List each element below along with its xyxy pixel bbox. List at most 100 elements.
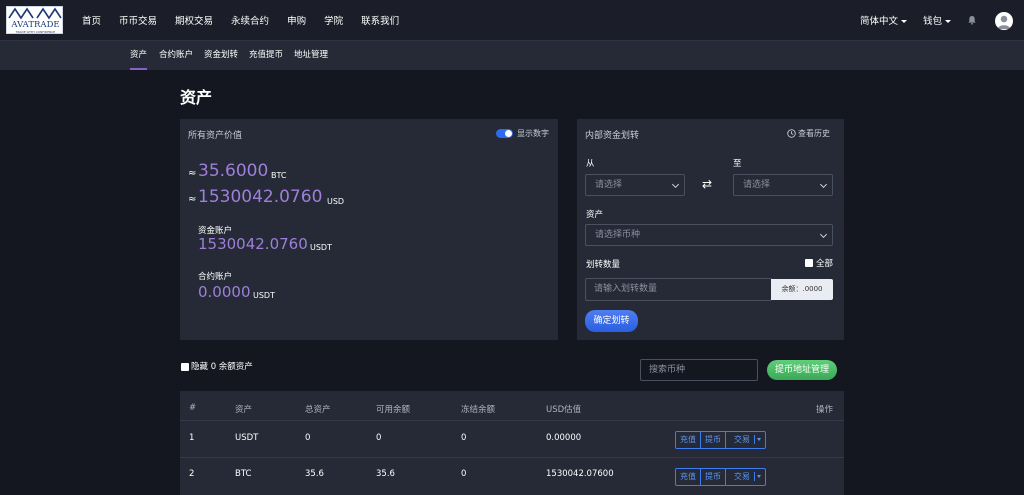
trade-dropdown-button[interactable]: 交易	[726, 469, 765, 485]
show-numbers-label: 显示数字	[517, 129, 549, 138]
subnav-item-deposit-withdraw[interactable]: 充值提币	[249, 41, 283, 70]
table-row-2-frozen: 0	[461, 469, 467, 479]
table-row-1-actions: 充值 提币 交易	[675, 431, 766, 449]
hide-zero-checkbox[interactable]	[181, 362, 189, 371]
nav-item-perpetual[interactable]: 永续合约	[231, 13, 269, 27]
table-header-total: 总资产	[305, 405, 331, 415]
all-label: 全部	[816, 259, 834, 269]
deposit-button[interactable]: 充值	[676, 432, 701, 448]
contract-account-unit: USDT	[253, 291, 275, 300]
subnav-item-assets[interactable]: 资产	[130, 41, 148, 70]
hide-zero-balance-filter[interactable]: 隐藏 0 余额资产	[181, 360, 253, 372]
language-label: 简体中文	[860, 16, 899, 27]
search-coin-input[interactable]: 搜索币种	[640, 359, 758, 381]
nav-item-spot-trading[interactable]: 币币交易	[119, 13, 157, 27]
table-row-2-index: 2	[189, 469, 195, 479]
asset-select[interactable]: 请选择币种	[585, 224, 833, 246]
table-row-2-total: 35.6	[305, 469, 324, 479]
asset-select-value: 请选择币种	[595, 230, 641, 240]
chevron-down-icon	[819, 230, 828, 239]
swap-arrows-icon[interactable]: ⇄	[702, 177, 712, 191]
table-row-1-asset: USDT	[235, 433, 259, 443]
table-header-available: 可用余额	[376, 405, 411, 415]
chevron-down-icon	[819, 180, 828, 189]
deposit-button[interactable]: 充值	[676, 469, 701, 485]
table-header-actions: 操作	[816, 405, 834, 415]
table-row-1-usd: 0.00000	[546, 433, 582, 443]
main-nav: 首页 币币交易 期权交易 永续合约 申购 学院 联系我们	[82, 0, 417, 40]
language-dropdown[interactable]: 简体中文	[860, 13, 908, 27]
trade-dropdown-button[interactable]: 交易	[726, 432, 765, 448]
table-row-1-index: 1	[189, 433, 195, 443]
bell-icon[interactable]	[967, 15, 977, 25]
fund-account-value: 1530042.0760	[198, 235, 308, 253]
wallet-label: 钱包	[923, 16, 943, 27]
withdraw-button[interactable]: 提币	[701, 432, 726, 448]
table-header-usd-value: USD估值	[546, 405, 582, 415]
trade-label: 交易	[730, 435, 755, 444]
user-icon	[997, 15, 1011, 29]
top-navbar: AVATRADE TRADE WITH CONFIDENCE 首页 币币交易 期…	[0, 0, 1024, 40]
table-row-1-available: 0	[376, 433, 382, 443]
subnav-item-fund-transfer[interactable]: 资金划转	[204, 41, 238, 70]
table-divider	[180, 457, 844, 458]
confirm-transfer-button[interactable]: 确定划转	[585, 310, 638, 332]
amount-input[interactable]: 请输入划转数量	[585, 278, 772, 301]
page-title: 资产	[180, 88, 213, 107]
show-numbers-toggle[interactable]	[496, 129, 513, 138]
nav-item-options-trading[interactable]: 期权交易	[175, 13, 213, 27]
assets-panel-header: 所有资产价值	[188, 131, 243, 141]
logo-brand-text: AVATRADE	[10, 20, 59, 30]
table-header-asset: 资产	[235, 405, 253, 415]
chevron-down-icon	[757, 438, 761, 441]
btc-total-value: 35.6000	[198, 161, 269, 181]
clock-icon	[787, 129, 796, 138]
search-coin-placeholder: 搜索币种	[649, 365, 686, 375]
to-label: 至	[733, 159, 742, 169]
withdraw-button[interactable]: 提币	[701, 469, 726, 485]
nav-item-academy[interactable]: 学院	[324, 13, 343, 27]
subnav-item-address-management[interactable]: 地址管理	[294, 41, 328, 70]
table-row-2-usd: 1530042.07600	[546, 469, 614, 479]
fund-account-unit: USDT	[310, 243, 332, 252]
logo-tagline-text: TRADE WITH CONFIDENCE	[15, 30, 56, 34]
to-select-value: 请选择	[743, 180, 771, 190]
table-row-2-actions: 充值 提币 交易	[675, 468, 766, 486]
withdraw-address-management-button[interactable]: 提币地址管理	[767, 360, 837, 380]
usd-unit: USD	[327, 197, 345, 206]
balance-display: 余额：.0000	[771, 279, 833, 300]
amount-label: 划转数量	[586, 260, 621, 270]
btc-unit: BTC	[271, 171, 287, 180]
wallet-dropdown[interactable]: 钱包	[923, 13, 952, 27]
chevron-down-icon	[945, 20, 952, 23]
user-avatar[interactable]	[995, 12, 1013, 30]
contract-account-value: 0.0000	[198, 283, 251, 301]
chevron-down-icon	[671, 180, 680, 189]
nav-item-subscription[interactable]: 申购	[287, 13, 306, 27]
trade-label: 交易	[730, 472, 755, 481]
view-history-link[interactable]: 查看历史	[787, 128, 830, 139]
table-divider	[180, 420, 844, 421]
hide-zero-label: 隐藏 0 余额资产	[191, 362, 253, 372]
usd-total-value: 1530042.0760	[198, 187, 323, 207]
to-account-select[interactable]: 请选择	[733, 174, 833, 196]
assets-value-panel	[180, 119, 558, 340]
approx-symbol: ≈	[188, 194, 197, 205]
nav-item-home[interactable]: 首页	[82, 13, 101, 27]
from-account-select[interactable]: 请选择	[585, 174, 685, 196]
avatrade-logo[interactable]: AVATRADE TRADE WITH CONFIDENCE	[6, 6, 63, 34]
table-row-1-total: 0	[305, 433, 311, 443]
table-header-index: #	[189, 403, 197, 413]
all-checkbox[interactable]	[805, 259, 813, 267]
table-header-frozen: 冻结余额	[461, 405, 496, 415]
table-row-2-available: 35.6	[376, 469, 395, 479]
from-select-value: 请选择	[595, 180, 623, 190]
table-row-2-asset: BTC	[235, 469, 252, 479]
contract-account-label: 合约账户	[198, 272, 233, 282]
chevron-down-icon	[757, 475, 761, 478]
asset-label: 资产	[586, 210, 604, 220]
transfer-panel-header: 内部资金划转	[585, 131, 640, 141]
subnav-item-contract-account[interactable]: 合约账户	[159, 41, 193, 70]
nav-item-contact[interactable]: 联系我们	[361, 13, 399, 27]
amount-input-placeholder: 请输入划转数量	[594, 284, 658, 294]
